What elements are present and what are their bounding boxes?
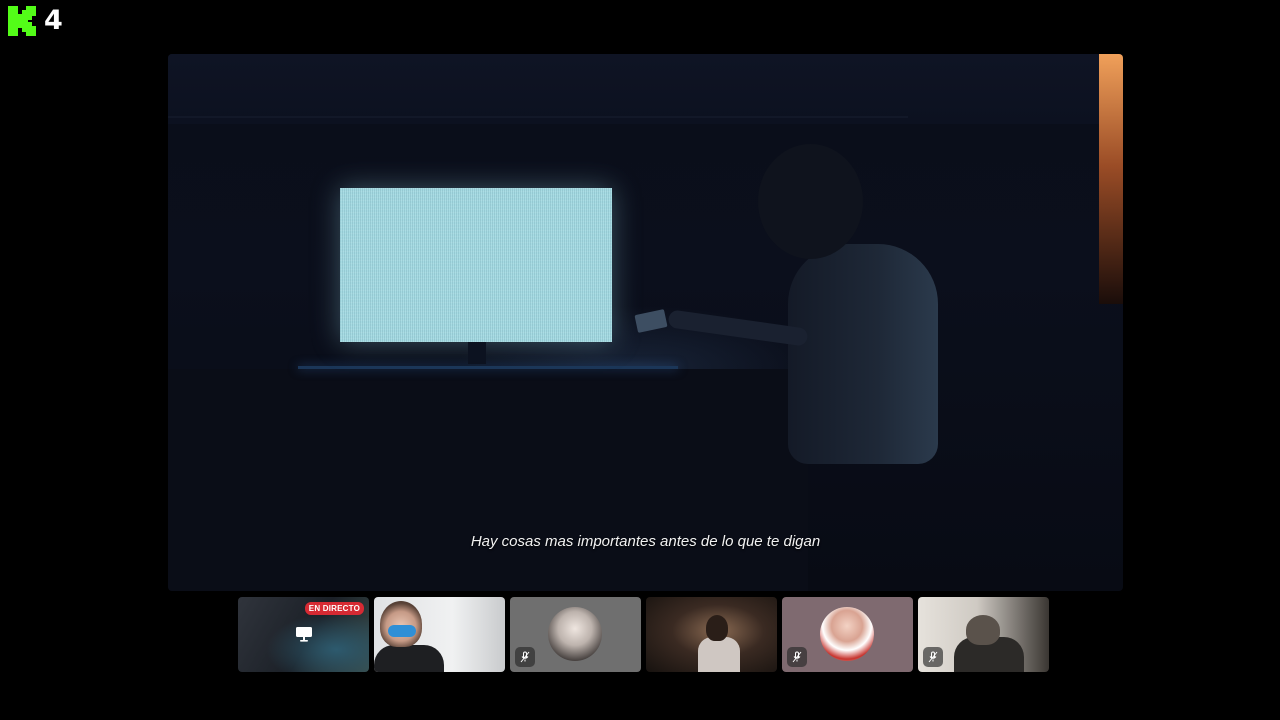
scene-phone [634,309,668,333]
scene-tv-static [340,188,612,342]
brand: 4 [8,6,63,36]
participant-camera-body [698,637,740,672]
participant-tile-1[interactable]: EN DIRECTO [238,597,369,672]
avatar [820,607,874,661]
screen-share-icon [296,627,312,642]
scene-person-head [758,144,863,259]
participant-camera-body [374,645,444,672]
participant-strip: EN DIRECTO [238,597,1049,672]
scene-shelf [168,54,1123,124]
participant-tile-5[interactable] [782,597,913,672]
video-subtitle: Hay cosas mas importantes antes de lo qu… [470,533,821,550]
kick-logo-icon [8,6,36,36]
scene-tv-stand [468,342,486,364]
participant-camera-head [706,615,728,641]
participant-tile-6[interactable] [918,597,1049,672]
scene-person-body [788,244,938,464]
mic-off-icon [515,647,535,667]
live-badge: EN DIRECTO [304,602,364,615]
participant-camera-head [380,601,422,647]
avatar [548,607,602,661]
scene-door-light [1099,54,1123,304]
participant-tile-4[interactable] [646,597,777,672]
mic-off-icon [923,647,943,667]
scene-cabinet-glow [298,366,678,369]
main-video[interactable]: Hay cosas mas importantes antes de lo qu… [168,54,1123,591]
stream-page: 4 Hay cosas mas importantes antes de lo … [0,0,1280,720]
mic-off-icon [787,647,807,667]
viewer-count: 4 [44,5,63,36]
scene-shelf-edge [168,116,908,118]
scene-cabinet [168,369,808,591]
participant-camera-head [966,615,1000,645]
headset-mic [388,625,416,637]
participant-tile-3[interactable] [510,597,641,672]
participant-tile-2[interactable] [374,597,505,672]
